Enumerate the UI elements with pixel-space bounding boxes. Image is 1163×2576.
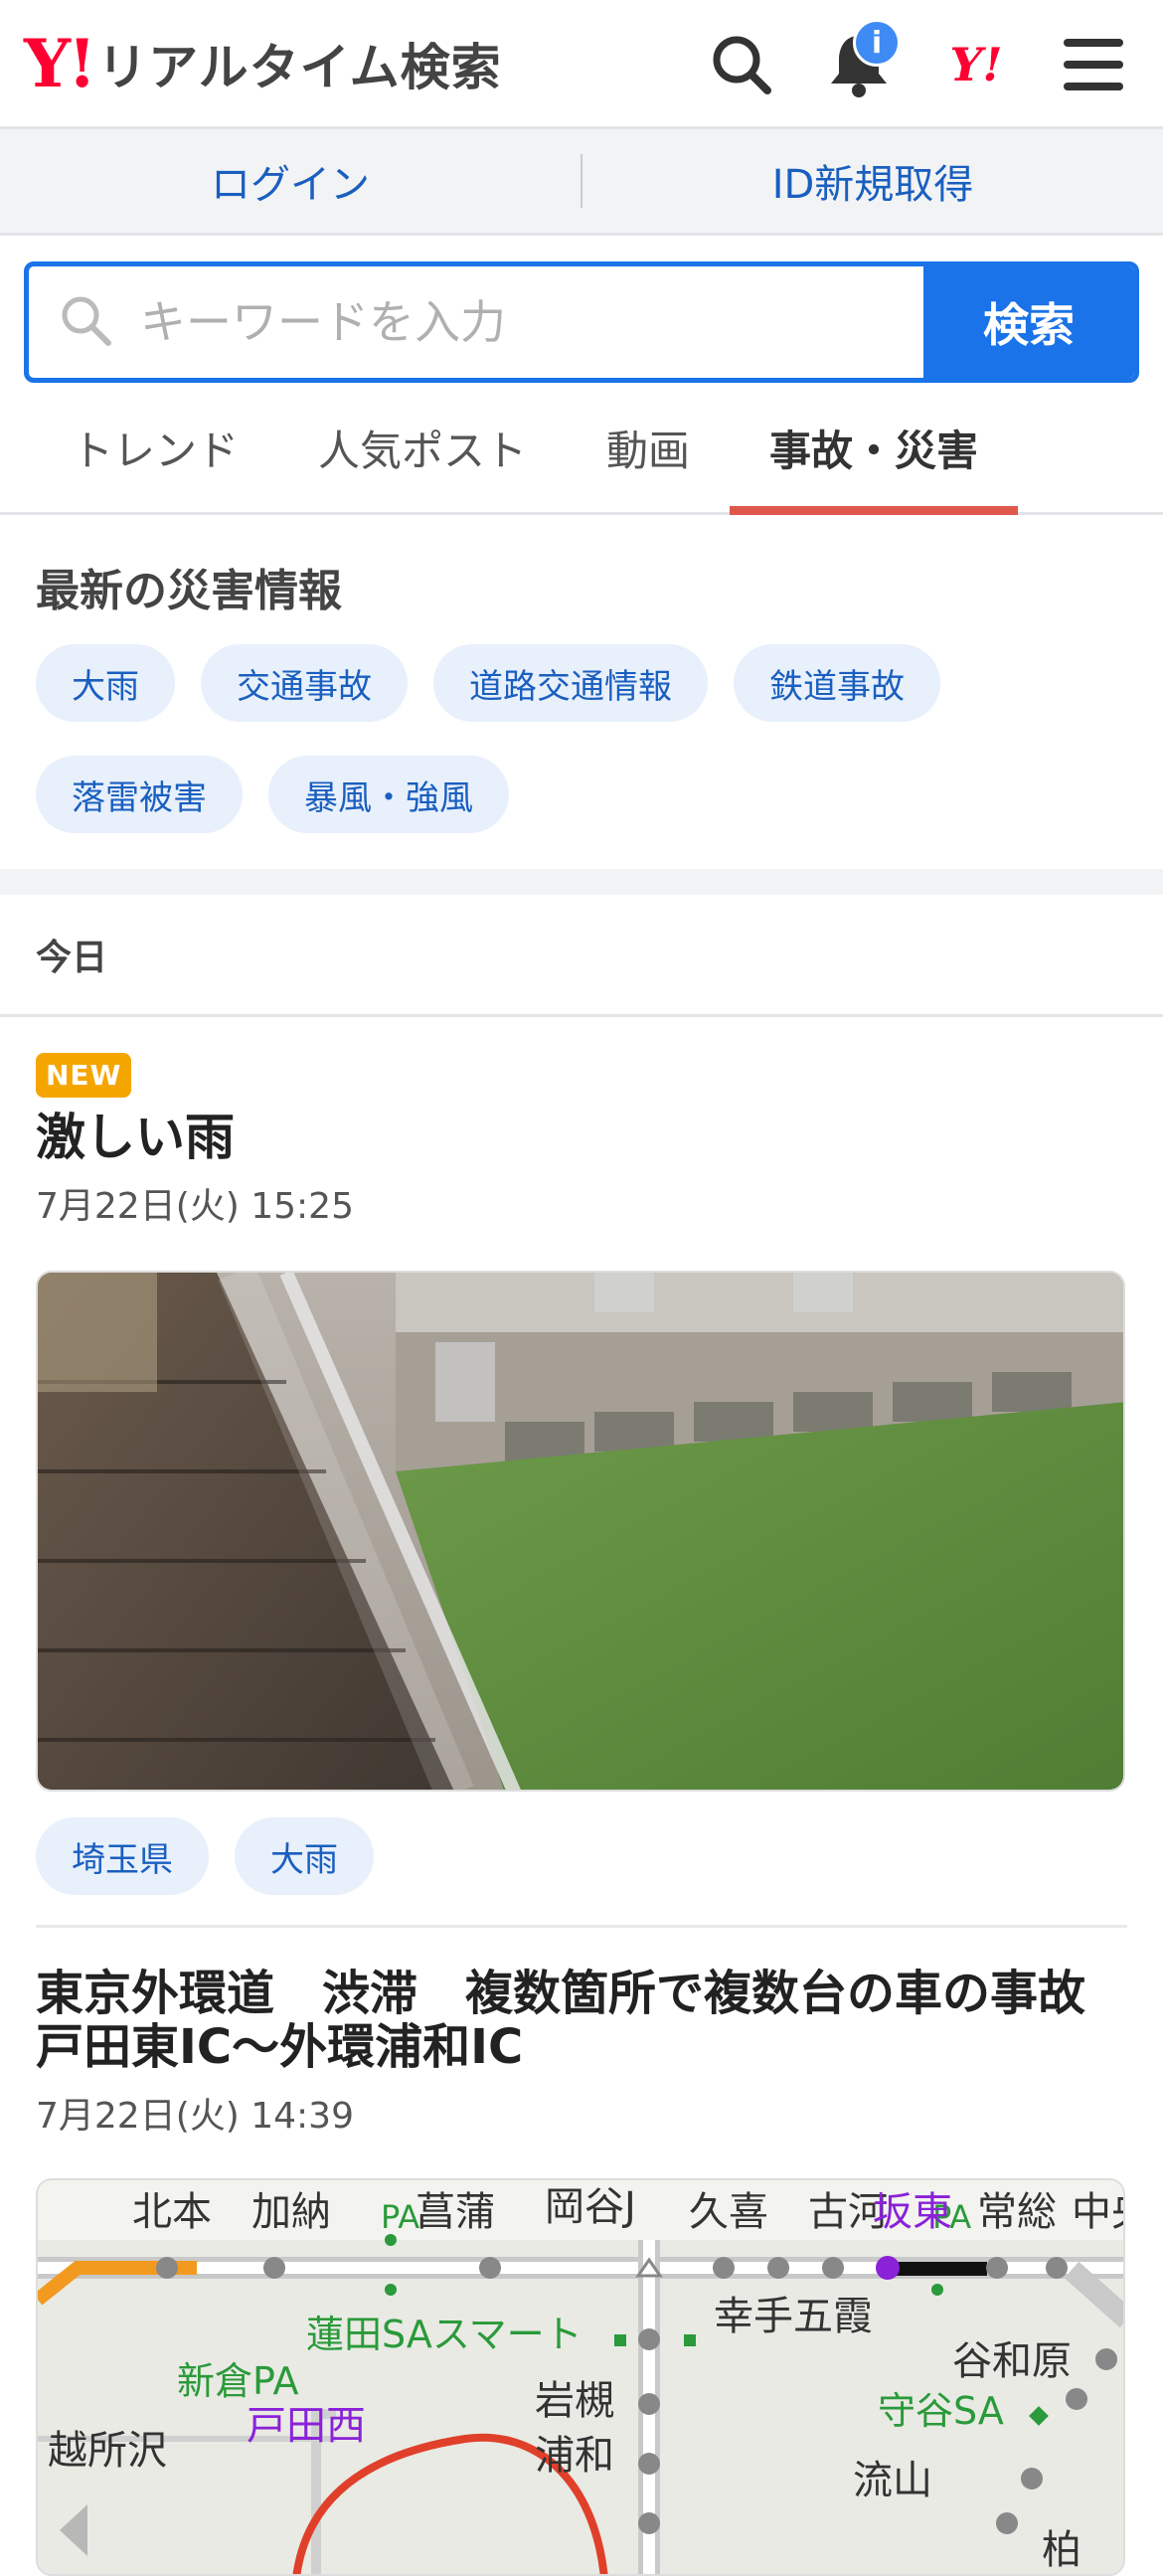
search-input[interactable] bbox=[138, 294, 838, 350]
logo-mark: Y! bbox=[24, 24, 96, 102]
svg-text:久喜: 久喜 bbox=[689, 2189, 768, 2235]
chip-heavy-rain[interactable]: 大雨 bbox=[36, 644, 175, 722]
svg-text:岩槻: 岩槻 bbox=[535, 2378, 614, 2424]
svg-text:谷和原: 谷和原 bbox=[952, 2338, 1072, 2384]
svg-text:岡谷J: 岡谷J bbox=[545, 2184, 636, 2230]
svg-text:幸手: 幸手 bbox=[714, 2294, 793, 2339]
svg-text:菖蒲: 菖蒲 bbox=[415, 2189, 495, 2235]
date-group-header: 今日 bbox=[0, 895, 1163, 1017]
new-badge: NEW bbox=[36, 1053, 132, 1098]
post-map-image[interactable]: 北本 加納 菖蒲 岡谷J 久喜 古河 常総 中央 幸手 五霞 岩槻 浦和 谷和原… bbox=[36, 2177, 1125, 2576]
traffic-map: 北本 加納 菖蒲 岡谷J 久喜 古河 常総 中央 幸手 五霞 岩槻 浦和 谷和原… bbox=[38, 2179, 1125, 2574]
svg-text:戸田西: 戸田西 bbox=[247, 2403, 366, 2449]
svg-text:常総: 常総 bbox=[977, 2189, 1057, 2235]
chip-storm-wind[interactable]: 暴風・強風 bbox=[268, 756, 509, 833]
signup-link[interactable]: ID新規取得 bbox=[582, 152, 1163, 210]
menu-icon[interactable] bbox=[1054, 25, 1133, 104]
svg-text:中央: 中央 bbox=[1072, 2189, 1125, 2235]
tab-trend[interactable]: トレンド bbox=[36, 383, 278, 512]
svg-text:越所沢: 越所沢 bbox=[48, 2428, 167, 2474]
post-item[interactable]: 東京外環道 渋滞 複数箇所で複数台の車の事故 戸田東IC〜外環浦和IC 7月22… bbox=[0, 1928, 1163, 2576]
tab-accident-disaster[interactable]: 事故・災害 bbox=[730, 383, 1019, 515]
post-date: 7月22日(火) 14:39 bbox=[36, 2095, 354, 2137]
app-header: Y! リアルタイム検索 i Y! bbox=[0, 0, 1163, 129]
svg-text:五霞: 五霞 bbox=[793, 2294, 873, 2339]
post-item[interactable]: NEW 激しい雨 7月22日(火) 15:25 埼玉県 大雨 bbox=[0, 1017, 1163, 1928]
tag-heavy-rain[interactable]: 大雨 bbox=[235, 1817, 374, 1895]
chip-railway-accident[interactable]: 鉄道事故 bbox=[734, 644, 940, 722]
post-title[interactable]: 東京外環道 渋滞 複数箇所で複数台の車の事故 戸田東IC〜外環浦和IC bbox=[36, 1967, 1133, 2075]
section-gap bbox=[0, 869, 1163, 895]
svg-text:柏: 柏 bbox=[1042, 2527, 1081, 2573]
tag-saitama[interactable]: 埼玉県 bbox=[36, 1817, 209, 1895]
post-video-thumbnail[interactable] bbox=[36, 1271, 1125, 1792]
post-date: 7月22日(火) 15:25 bbox=[36, 1186, 354, 1227]
logo-text: リアルタイム検索 bbox=[97, 38, 502, 96]
tab-popular-posts[interactable]: 人気ポスト bbox=[278, 383, 567, 512]
chip-road-traffic-info[interactable]: 道路交通情報 bbox=[433, 644, 708, 722]
search-icon[interactable] bbox=[702, 25, 781, 104]
yahoo-realtime-logo[interactable]: Y! リアルタイム検索 bbox=[24, 28, 502, 99]
disaster-info-section: 最新の災害情報 大雨 交通事故 道路交通情報 鉄道事故 落雷被害 暴風・強風 bbox=[0, 515, 1163, 869]
svg-text:坂東: 坂東 bbox=[873, 2189, 952, 2235]
post-title[interactable]: 激しい雨 bbox=[36, 1110, 1127, 1165]
tab-videos[interactable]: 動画 bbox=[567, 383, 730, 512]
rain-scene-image bbox=[38, 1273, 1123, 1790]
search-magnifier-icon bbox=[59, 293, 112, 351]
chip-traffic-accident[interactable]: 交通事故 bbox=[201, 644, 408, 722]
svg-text:新倉PA: 新倉PA bbox=[177, 2359, 298, 2403]
search-box: 検索 bbox=[24, 261, 1139, 383]
svg-text:守谷SA: 守谷SA bbox=[878, 2389, 1004, 2433]
auth-bar: ログイン ID新規取得 bbox=[0, 129, 1163, 236]
notification-bell-icon[interactable]: i bbox=[819, 19, 901, 104]
section-title: 最新の災害情報 bbox=[36, 566, 342, 616]
svg-text:浦和: 浦和 bbox=[535, 2433, 614, 2479]
search-button[interactable]: 検索 bbox=[923, 266, 1134, 378]
svg-text:北本: 北本 bbox=[132, 2189, 212, 2235]
svg-text:PA: PA bbox=[381, 2198, 419, 2236]
yahoo-mark: Y! bbox=[949, 38, 1003, 91]
notification-badge: i bbox=[853, 19, 901, 67]
chip-lightning-damage[interactable]: 落雷被害 bbox=[36, 756, 243, 833]
category-tabs: トレンド 人気ポスト 動画 事故・災害 bbox=[0, 383, 1163, 515]
svg-text:蓮田SAスマート: 蓮田SAスマート bbox=[306, 2313, 582, 2356]
svg-text:流山: 流山 bbox=[853, 2458, 932, 2503]
login-link[interactable]: ログイン bbox=[0, 152, 581, 210]
svg-text:加納: 加納 bbox=[251, 2189, 331, 2235]
yahoo-top-link[interactable]: Y! bbox=[936, 25, 1016, 104]
